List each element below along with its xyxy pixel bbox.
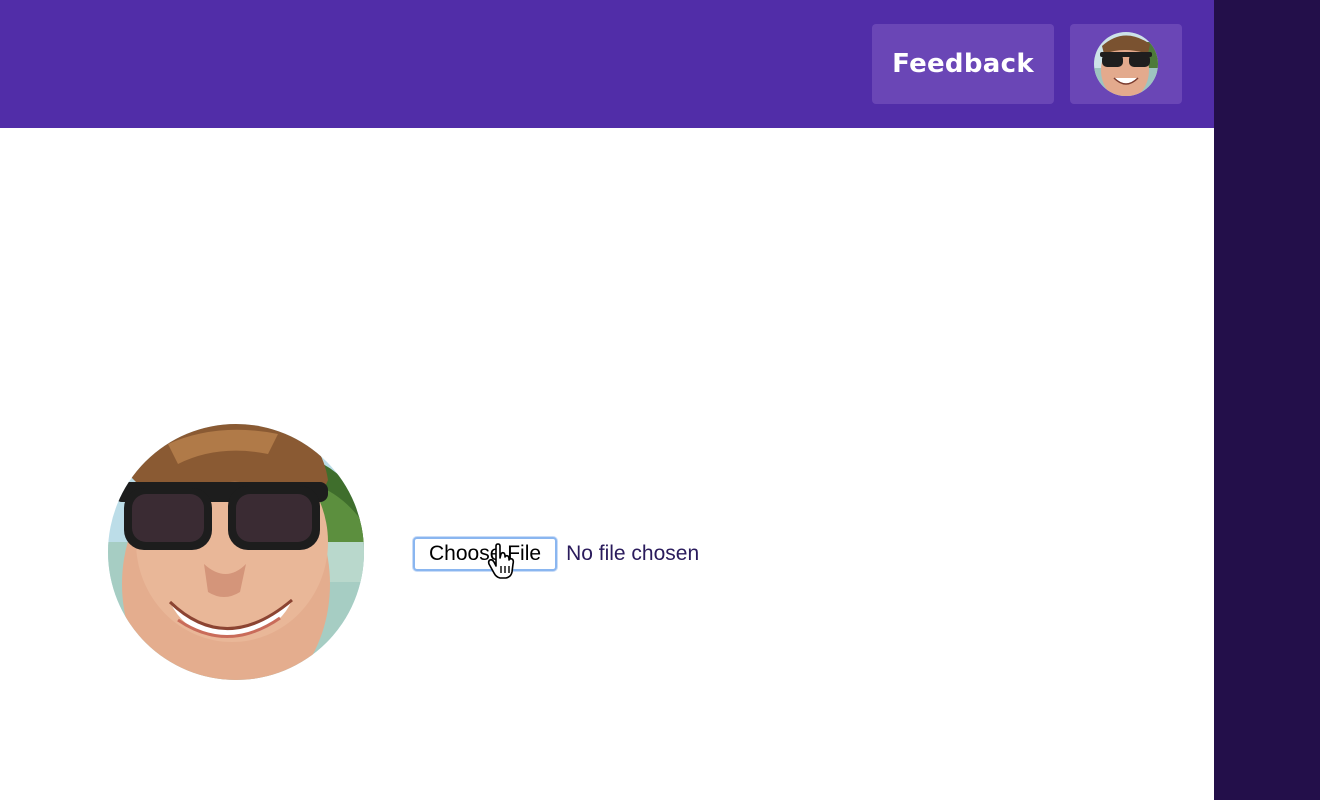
app-window: Feedback Choose File No file chosen	[0, 0, 1214, 800]
file-input[interactable]: Choose File No file chosen	[413, 537, 699, 571]
choose-file-button[interactable]: Choose File	[413, 537, 558, 571]
top-navigation-bar: Feedback	[0, 0, 1214, 128]
side-panel	[1214, 0, 1320, 800]
user-avatar-icon	[1094, 32, 1158, 96]
feedback-button[interactable]: Feedback	[872, 24, 1054, 104]
profile-photo	[108, 424, 364, 680]
file-status-text: No file chosen	[566, 542, 700, 565]
profile-photo-icon	[108, 424, 364, 680]
account-menu-button[interactable]	[1070, 24, 1182, 104]
